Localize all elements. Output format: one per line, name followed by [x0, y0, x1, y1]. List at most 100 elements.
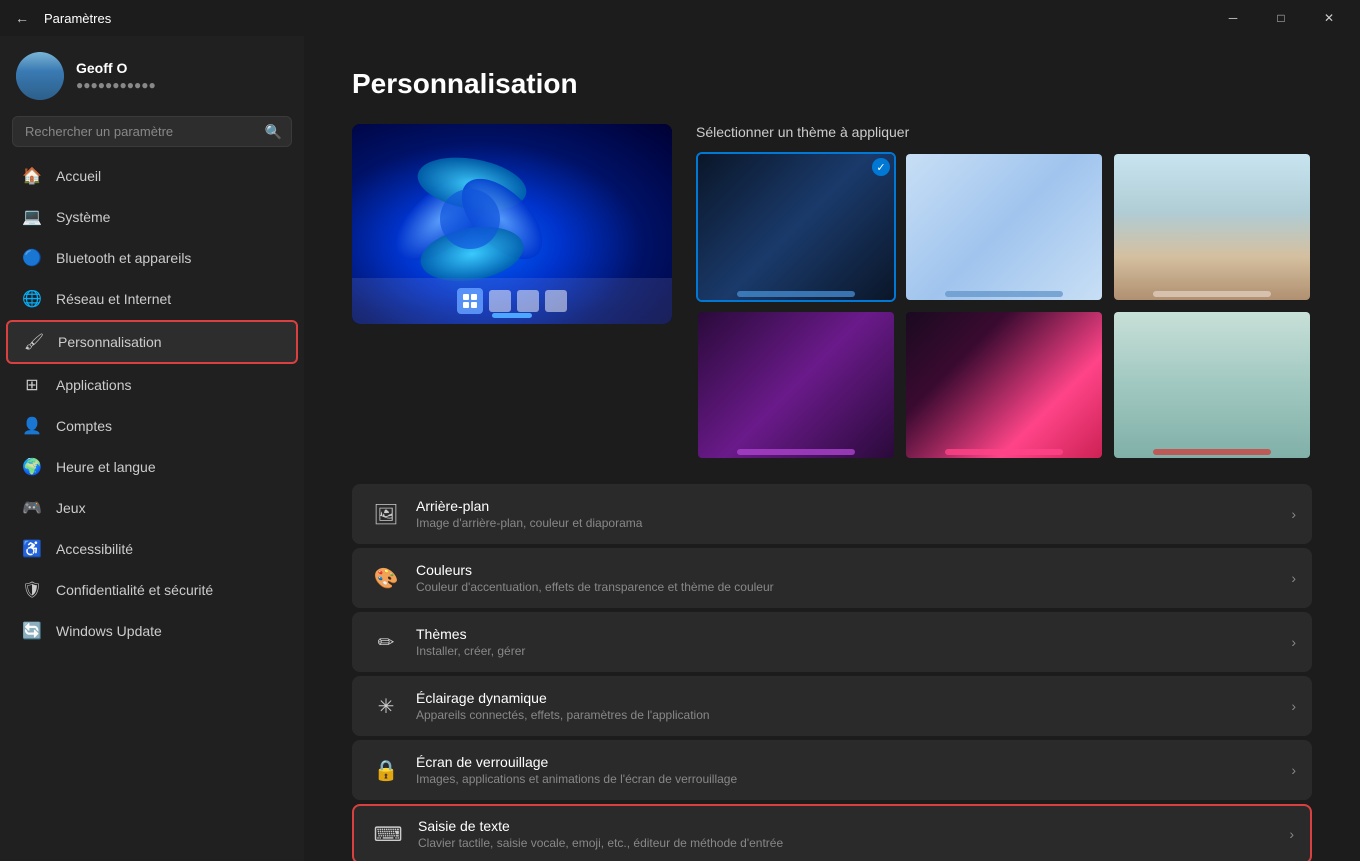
settings-title-arriere-plan: Arrière-plan [416, 498, 1279, 514]
nav-icon-reseau: 🌐 [22, 289, 42, 309]
settings-list: 🖼 Arrière-plan Image d'arrière-plan, cou… [352, 484, 1312, 861]
theme-thumb-5[interactable] [904, 310, 1104, 460]
preview-start-icon [457, 288, 483, 314]
mini-tb-bar-3 [1153, 291, 1271, 297]
nav-label-bluetooth: Bluetooth et appareils [56, 250, 191, 266]
mini-tb-bar-5 [945, 449, 1063, 455]
search-input[interactable] [12, 116, 292, 147]
mini-taskbar-3 [1114, 288, 1310, 300]
settings-item-saisie-texte[interactable]: ⌨ Saisie de texte Clavier tactile, saisi… [352, 804, 1312, 861]
back-button[interactable]: ← [8, 4, 36, 32]
settings-text-arriere-plan: Arrière-plan Image d'arrière-plan, coule… [416, 498, 1279, 530]
nav-label-reseau: Réseau et Internet [56, 291, 171, 307]
sidebar-item-bluetooth[interactable]: 🔵 Bluetooth et appareils [6, 238, 298, 278]
sidebar-item-reseau[interactable]: 🌐 Réseau et Internet [6, 279, 298, 319]
search-icon: 🔍 [265, 123, 282, 140]
mini-tb-bar-1 [737, 291, 855, 297]
titlebar-left: ← Paramètres [8, 4, 111, 32]
settings-icon-saisie-texte: ⌨ [370, 816, 406, 852]
mini-taskbar-4 [698, 446, 894, 458]
theme-thumb-6[interactable] [1112, 310, 1312, 460]
theme-select-section: Sélectionner un thème à appliquer ✓ [696, 124, 1312, 460]
chevron-right-icon-couleurs: › [1291, 570, 1296, 586]
nav-label-applications: Applications [56, 377, 132, 393]
theme-thumb-1[interactable]: ✓ [696, 152, 896, 302]
nav-icon-accueil: 🏠 [22, 166, 42, 186]
settings-desc-saisie-texte: Clavier tactile, saisie vocale, emoji, e… [418, 836, 1277, 850]
nav-label-comptes: Comptes [56, 418, 112, 434]
preview-tb-icon1 [489, 290, 511, 312]
settings-item-arriere-plan[interactable]: 🖼 Arrière-plan Image d'arrière-plan, cou… [352, 484, 1312, 544]
nav-icon-windows-update: 🔄 [22, 621, 42, 641]
sidebar-item-jeux[interactable]: 🎮 Jeux [6, 488, 298, 528]
settings-desc-themes: Installer, créer, gérer [416, 644, 1279, 658]
settings-icon-couleurs: 🎨 [368, 560, 404, 596]
nav-label-accessibilite: Accessibilité [56, 541, 133, 557]
settings-desc-eclairage: Appareils connectés, effets, paramètres … [416, 708, 1279, 722]
search-box: 🔍 [12, 116, 292, 147]
titlebar-title: Paramètres [44, 11, 111, 26]
settings-desc-arriere-plan: Image d'arrière-plan, couleur et diapora… [416, 516, 1279, 530]
preview-taskbar-indicator [492, 313, 532, 318]
sidebar-item-personnalisation[interactable]: 🖌 Personnalisation [6, 320, 298, 364]
sidebar-item-applications[interactable]: ⊞ Applications [6, 365, 298, 405]
settings-item-eclairage[interactable]: ✳ Éclairage dynamique Appareils connecté… [352, 676, 1312, 736]
nav-icon-bluetooth: 🔵 [22, 248, 42, 268]
sidebar-item-comptes[interactable]: 👤 Comptes [6, 406, 298, 446]
sidebar-item-windows-update[interactable]: 🔄 Windows Update [6, 611, 298, 651]
theme-select-label: Sélectionner un thème à appliquer [696, 124, 1312, 140]
settings-icon-arriere-plan: 🖼 [368, 496, 404, 532]
titlebar: ← Paramètres ─ □ ✕ [0, 0, 1360, 36]
close-button[interactable]: ✕ [1306, 2, 1352, 34]
settings-text-couleurs: Couleurs Couleur d'accentuation, effets … [416, 562, 1279, 594]
sidebar-nav: 🏠 Accueil 💻 Système 🔵 Bluetooth et appar… [0, 155, 304, 652]
nav-label-heure: Heure et langue [56, 459, 156, 475]
chevron-right-icon-themes: › [1291, 634, 1296, 650]
theme-bg-5 [906, 312, 1102, 458]
nav-icon-applications: ⊞ [22, 375, 42, 395]
theme-bg-1 [698, 154, 894, 300]
settings-icon-themes: ✏ [368, 624, 404, 660]
settings-item-themes[interactable]: ✏ Thèmes Installer, créer, gérer › [352, 612, 1312, 672]
nav-icon-systeme: 💻 [22, 207, 42, 227]
theme-thumb-3[interactable] [1112, 152, 1312, 302]
settings-text-ecran-verrouillage: Écran de verrouillage Images, applicatio… [416, 754, 1279, 786]
settings-title-couleurs: Couleurs [416, 562, 1279, 578]
sidebar-item-systeme[interactable]: 💻 Système [6, 197, 298, 237]
maximize-button[interactable]: □ [1258, 2, 1304, 34]
mini-tb-bar-6 [1153, 449, 1271, 455]
settings-title-ecran-verrouillage: Écran de verrouillage [416, 754, 1279, 770]
sidebar-item-confidentialite[interactable]: 🛡 Confidentialité et sécurité [6, 570, 298, 610]
themes-grid: ✓ [696, 152, 1312, 460]
nav-label-jeux: Jeux [56, 500, 86, 516]
nav-label-systeme: Système [56, 209, 110, 225]
settings-item-ecran-verrouillage[interactable]: 🔒 Écran de verrouillage Images, applicat… [352, 740, 1312, 800]
chevron-right-icon-saisie-texte: › [1289, 826, 1294, 842]
sidebar: Geoff O ●●●●●●●●●●● 🔍 🏠 Accueil 💻 Systèm… [0, 36, 304, 861]
sidebar-item-heure[interactable]: 🌍 Heure et langue [6, 447, 298, 487]
main-content: Personnalisation [304, 36, 1360, 861]
settings-item-couleurs[interactable]: 🎨 Couleurs Couleur d'accentuation, effet… [352, 548, 1312, 608]
current-theme-preview [352, 124, 672, 324]
minimize-button[interactable]: ─ [1210, 2, 1256, 34]
settings-text-eclairage: Éclairage dynamique Appareils connectés,… [416, 690, 1279, 722]
user-section: Geoff O ●●●●●●●●●●● [0, 36, 304, 112]
mini-tb-bar-4 [737, 449, 855, 455]
nav-icon-comptes: 👤 [22, 416, 42, 436]
theme-thumb-2[interactable] [904, 152, 1104, 302]
settings-title-saisie-texte: Saisie de texte [418, 818, 1277, 834]
settings-desc-couleurs: Couleur d'accentuation, effets de transp… [416, 580, 1279, 594]
user-email: ●●●●●●●●●●● [76, 78, 156, 92]
nav-icon-heure: 🌍 [22, 457, 42, 477]
preview-tb-icon3 [545, 290, 567, 312]
sidebar-item-accueil[interactable]: 🏠 Accueil [6, 156, 298, 196]
theme-check-1: ✓ [872, 158, 890, 176]
theme-bg-3 [1114, 154, 1310, 300]
theme-thumb-4[interactable] [696, 310, 896, 460]
nav-label-personnalisation: Personnalisation [58, 334, 162, 350]
theme-bg-2 [906, 154, 1102, 300]
mini-taskbar-5 [906, 446, 1102, 458]
avatar [16, 52, 64, 100]
sidebar-item-accessibilite[interactable]: ♿ Accessibilité [6, 529, 298, 569]
preview-taskbar [352, 278, 672, 324]
